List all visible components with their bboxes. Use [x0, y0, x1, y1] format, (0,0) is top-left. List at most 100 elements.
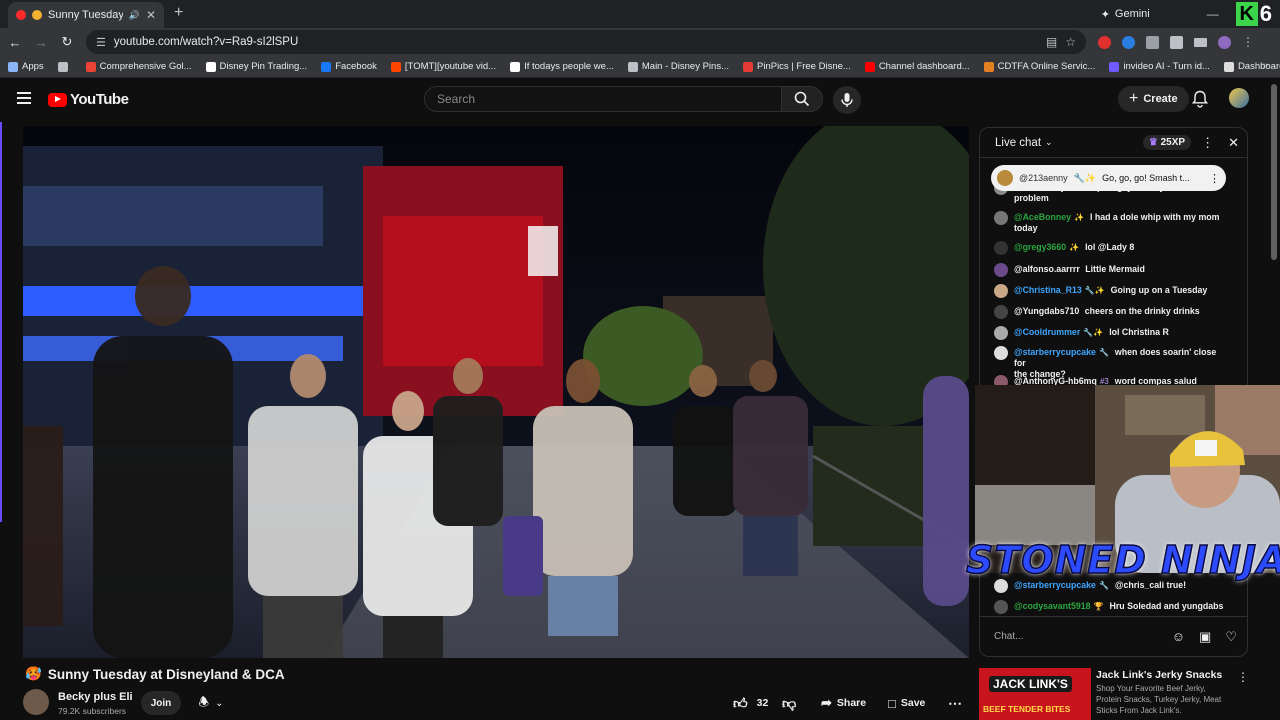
chat-author[interactable]: @starberrycupcake [1014, 347, 1096, 357]
share-button[interactable]: ➦ Share [821, 691, 866, 715]
bookmark-favicon-icon [627, 61, 638, 72]
reload-button[interactable]: ↻ [56, 34, 78, 50]
install-app-icon[interactable]: ▤ [1046, 35, 1057, 49]
heart-icon[interactable]: ♡ [1225, 629, 1237, 645]
close-tab-icon[interactable]: ✕ [146, 8, 156, 22]
chat-message[interactable]: @codysavant5918 🏆 Hru Soledad and yungdabs [994, 600, 1226, 614]
recommendation-thumbnail[interactable]: JACK LINK'S BEEF TENDER BITES [979, 668, 1091, 720]
save-button[interactable]: □ Save [888, 691, 925, 715]
back-button[interactable]: ← [4, 35, 26, 50]
chat-author[interactable]: @Christina_R13 [1014, 285, 1082, 295]
chevron-down-icon: ⌄ [1045, 137, 1053, 147]
account-avatar[interactable] [1229, 88, 1249, 108]
bookmark-item[interactable]: PinPics | Free Disne... [743, 61, 851, 72]
chat-message[interactable]: @Cooldrummer 🔧✨ lol Christina R [994, 326, 1226, 340]
chat-input[interactable]: Chat... [994, 631, 1158, 642]
search-input[interactable]: Search [424, 86, 782, 112]
chat-author[interactable]: @Cooldrummer [1014, 327, 1080, 337]
chat-author[interactable]: @Yungdabs710 [1014, 306, 1079, 316]
bookmark-item[interactable]: If todays people we... [510, 61, 614, 72]
extensions-puzzle-icon[interactable] [1146, 35, 1159, 49]
chat-message[interactable]: @AceBonney ✨ I had a dole whip with my mom… [994, 211, 1226, 234]
recommendation-title[interactable]: Jack Link's Jerky Snacks [1096, 669, 1222, 681]
bookmark-favicon-icon [1223, 61, 1234, 72]
video-player[interactable] [23, 126, 969, 658]
chat-message[interactable]: @Christina_R13 🔧✨ Going up on a Tuesday [994, 284, 1226, 298]
bookmark-favicon-icon [1109, 61, 1120, 72]
join-button[interactable]: Join [141, 691, 181, 715]
chat-message[interactable]: @alfonso.aarrrr Little Mermaid [994, 263, 1226, 277]
wrench-icon: 🔧✨ [1073, 172, 1097, 183]
bookmark-item[interactable]: Dashboard [1223, 61, 1280, 72]
youtube-play-icon [48, 92, 67, 107]
bookmark-star-icon[interactable]: ☆ [1065, 35, 1076, 49]
chat-author[interactable]: @codysavant5918 [1014, 601, 1091, 611]
voice-search-button[interactable] [833, 86, 861, 114]
kick-logo-six: 6 [1259, 1, 1272, 26]
subscription-bell-button[interactable]: 🕭 ⌄ [188, 691, 234, 715]
youtube-logo[interactable]: YouTube [48, 91, 129, 108]
notifications-button[interactable] [1191, 90, 1209, 113]
extension-red-icon[interactable] [1098, 35, 1111, 49]
thumb-brand-text: JACK LINK'S [989, 676, 1072, 692]
audio-playing-icon[interactable]: 🔊 [129, 10, 140, 21]
pinned-message[interactable]: @213aenny 🔧✨ Go, go, go! Smash t... ⋮ [991, 165, 1226, 191]
bookmark-item[interactable]: Disney Pin Trading... [205, 61, 307, 72]
chat-author[interactable]: @alfonso.aarrrr [1014, 264, 1080, 274]
extension-blue-icon[interactable] [1122, 35, 1135, 49]
bookmark-label: Channel dashboard... [878, 61, 970, 72]
guide-menu-icon[interactable] [17, 92, 31, 104]
bookmark-item[interactable] [57, 61, 72, 72]
chat-mode-dropdown[interactable]: Live chat ⌄ [995, 137, 1143, 149]
chat-author[interactable]: @AceBonney [1014, 212, 1071, 222]
bookmark-item[interactable]: Facebook [321, 61, 377, 72]
more-actions-button[interactable]: ⋯ [948, 691, 962, 715]
close-icon[interactable]: ✕ [1228, 135, 1239, 151]
chat-author[interactable]: @gregy3660 [1014, 242, 1066, 252]
bookmark-item[interactable]: Channel dashboard... [864, 61, 970, 72]
search-button[interactable] [781, 86, 823, 112]
browser-menu-icon[interactable]: ⋮ [1242, 35, 1254, 49]
like-button[interactable]: 👍︎ 32 [733, 691, 768, 715]
channel-name[interactable]: Becky plus Eli [58, 691, 133, 703]
chat-message-body: @codysavant5918 🏆 Hru Soledad and yungdabs [1014, 601, 1223, 614]
page-scrollbar[interactable] [1271, 84, 1277, 260]
address-bar-row: ← → ↻ ☰ youtube.com/watch?v=Ra9-sI2lSPU … [0, 28, 1280, 56]
bookmarks-overflow-icon[interactable]: » [1262, 60, 1268, 71]
forward-button[interactable]: → [30, 35, 52, 50]
bookmark-favicon-icon [85, 61, 96, 72]
recommendation-description: Shop Your Favorite Beef Jerky, Protein S… [1096, 684, 1222, 715]
tab-search-icon[interactable] [1170, 35, 1183, 49]
chat-more-icon[interactable]: ⋮ [1201, 135, 1214, 151]
bookmark-item[interactable]: CDTFA Online Servic... [983, 61, 1095, 72]
chat-message[interactable]: @Yungdabs710 cheers on the drinky drinks [994, 305, 1226, 319]
bookmark-item[interactable]: Apps [8, 61, 44, 72]
bookmark-item[interactable]: [TOMT][youtube vid... [390, 61, 496, 72]
minimize-button[interactable]: — [1204, 7, 1222, 21]
bookmark-item[interactable]: Comprehensive Gol... [85, 61, 192, 72]
new-tab-button[interactable]: + [174, 4, 183, 22]
pinned-more-icon[interactable]: ⋮ [1209, 172, 1220, 185]
create-button[interactable]: + Create [1118, 86, 1189, 112]
bookmark-item[interactable]: Main - Disney Pins... [627, 61, 729, 72]
chat-text: Little Mermaid [1085, 264, 1145, 274]
profile-icon[interactable] [1218, 35, 1231, 49]
url-text[interactable]: youtube.com/watch?v=Ra9-sI2lSPU [114, 36, 1038, 48]
bookmark-item[interactable]: invideo AI - Turn id... [1109, 61, 1210, 72]
emoji-icon[interactable]: ☺ [1172, 629, 1185, 644]
gemini-button[interactable]: ✦ Gemini [1101, 8, 1150, 21]
recommendation-more-icon[interactable]: ⋮ [1237, 670, 1249, 684]
chat-message-body: @Yungdabs710 cheers on the drinky drinks [1014, 306, 1200, 319]
more-icon: ⋯ [948, 694, 962, 711]
omnibox[interactable]: ☰ youtube.com/watch?v=Ra9-sI2lSPU ▤ ☆ [86, 30, 1086, 54]
channel-avatar[interactable] [23, 689, 49, 715]
emoji-favicon-icon [32, 10, 42, 20]
browser-tab[interactable]: Sunny Tuesday at Disne 🔊 ✕ [8, 2, 164, 28]
dislike-button[interactable]: 👎︎ [782, 691, 796, 715]
super-chat-icon[interactable]: ▣ [1199, 629, 1211, 645]
subscriber-count: 79.2K subscribers [58, 706, 127, 716]
xp-badge[interactable]: ♛ 25XP [1142, 135, 1192, 150]
reading-list-icon[interactable] [1194, 37, 1207, 47]
chat-message[interactable]: @gregy3660 ✨ lol @Lady 8 [994, 241, 1226, 255]
site-info-icon[interactable]: ☰ [96, 36, 106, 49]
